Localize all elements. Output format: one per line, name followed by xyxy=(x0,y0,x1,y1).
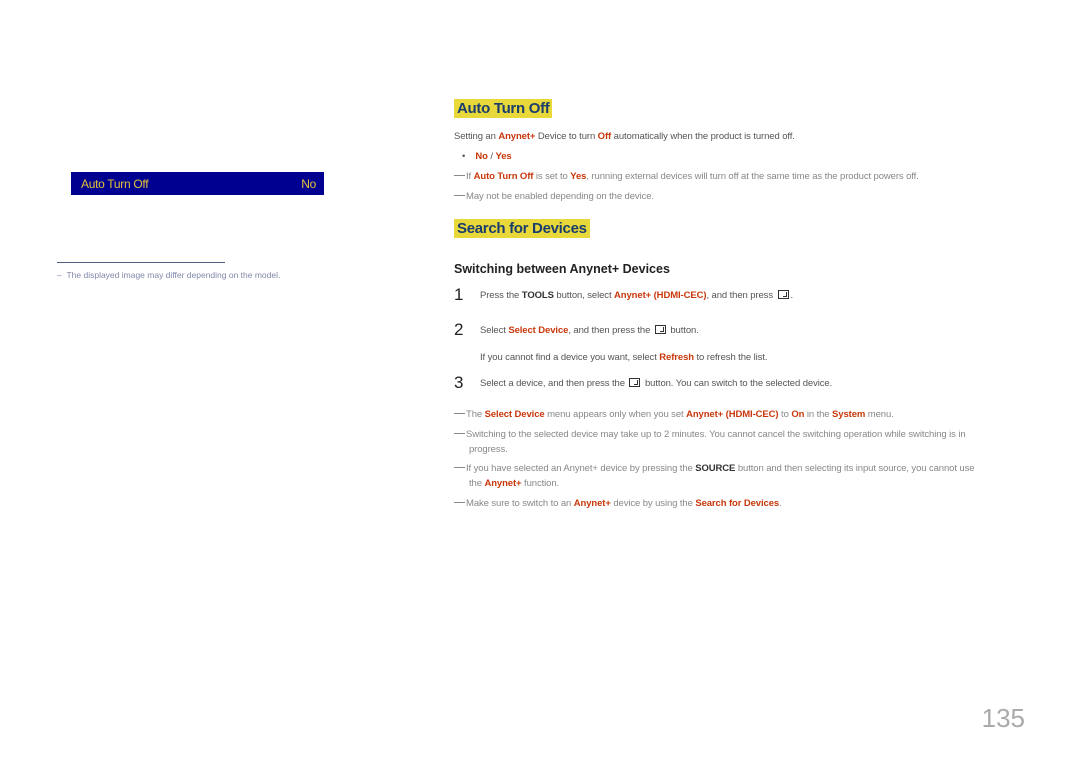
note: Make sure to switch to an Anynet+ device… xyxy=(454,498,782,509)
step-2: 2 Select Select Device, and then press t… xyxy=(454,320,699,339)
subheading: Switching between Anynet+ Devices xyxy=(454,262,670,276)
enter-icon xyxy=(777,290,789,300)
note: Switching to the selected device may tak… xyxy=(454,429,966,440)
note-continuation: the Anynet+ function. xyxy=(469,478,560,489)
page-number: 135 xyxy=(981,703,1025,733)
note: If you have selected an Anynet+ device b… xyxy=(454,463,975,474)
step-3: 3 Select a device, and then press the bu… xyxy=(454,373,833,392)
note: If Auto Turn Off is set to Yes, running … xyxy=(454,171,919,182)
section-title-search-for-devices: Search for Devices xyxy=(454,219,590,238)
section1-description: Setting an Anynet+ Device to turn Off au… xyxy=(454,131,795,142)
enter-icon xyxy=(629,378,641,388)
menu-preview-auto-turn-off: Auto Turn Off No xyxy=(71,172,324,195)
note-continuation: progress. xyxy=(469,444,508,455)
step-1: 1 Press the TOOLS button, select Anynet+… xyxy=(454,285,794,304)
menu-preview-label: Auto Turn Off xyxy=(81,176,149,191)
note: The Select Device menu appears only when… xyxy=(454,409,894,420)
menu-preview-value: No xyxy=(301,176,316,191)
footnote: – The displayed image may differ dependi… xyxy=(57,270,281,280)
note: May not be enabled depending on the devi… xyxy=(454,191,654,202)
enter-icon xyxy=(654,325,666,335)
footnote-divider xyxy=(57,262,225,263)
options-bullet: • No / Yes xyxy=(462,151,512,162)
section-title-auto-turn-off: Auto Turn Off xyxy=(454,99,553,118)
step-2-extra: If you cannot find a device you want, se… xyxy=(480,352,768,363)
